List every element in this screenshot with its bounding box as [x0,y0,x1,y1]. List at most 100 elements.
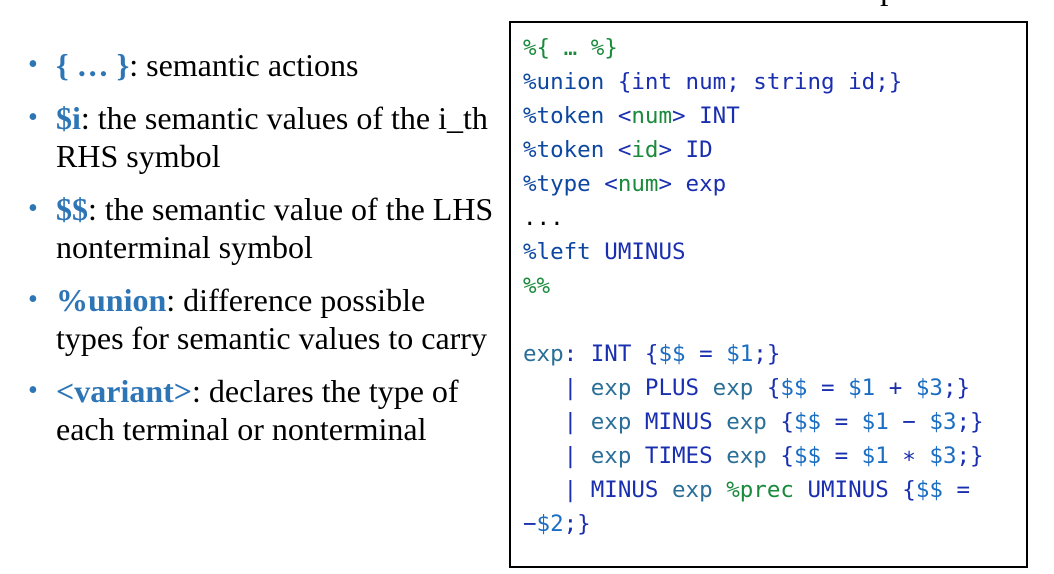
bullet-text: : the semantic value of the LHS nontermi… [56,191,494,265]
code-text: : INT { [563,341,659,367]
code-text: ;} [956,409,984,435]
code-line-ellipsis: ... [523,201,1026,235]
code-text: ;} [956,443,984,469]
code-dollar: $1 [848,375,876,401]
code-nonterminal: exp [712,375,754,401]
slide: p • { … }: semantic actions • $i: the se… [0,0,1054,574]
code-dollar: $$ [915,477,943,503]
bullet-dot-icon: • [28,49,38,80]
code-type: num [631,103,673,129]
code-text: ;} [753,341,781,367]
code-nonterminal: exp [590,375,632,401]
code-dollar: $$ [780,375,808,401]
code-line-token-int: %token <num> INT [523,99,1026,133]
bullet-term: $i [56,100,81,136]
code-text: = [942,477,971,503]
code-dollar: $$ [793,409,822,435]
code-line-separator: %% [523,269,1026,303]
code-text: { [753,375,781,401]
code-text: > exp [658,171,727,197]
code-text: < [604,137,632,163]
code-block: %{ … %} %union {int num; string id;} %to… [509,21,1028,568]
code-line-prologue: %{ … %} [523,31,1026,65]
code-text: { [766,409,794,435]
code-text: ;} [563,511,591,537]
code-line-left: %left UMINUS [523,235,1026,269]
code-dollar: $1 [861,443,889,469]
code-line-type: %type <num> exp [523,167,1026,201]
code-dollar: $1 [726,341,754,367]
code-dollar: $3 [929,443,957,469]
code-line-union: %union {int num; string id;} [523,65,1026,99]
code-prologue: %{ … %} [523,35,618,61]
code-text: PLUS [631,375,713,401]
code-text: | [523,409,591,435]
code-directive: %prec [712,477,794,503]
code-directive: %token [523,137,605,163]
code-text: | MINUS [523,477,673,503]
bullet-dot-icon: • [28,284,38,315]
code-nonterminal: exp [523,341,564,367]
bullet-variant: • <variant>: declares the type of each t… [24,372,494,448]
code-text: | [523,443,591,469]
code-text: + [875,375,916,401]
bullet-dollar-dollar: • $$: the semantic value of the LHS nont… [24,190,494,266]
code-dollar: $2 [536,511,564,537]
code-line-rule-uminus: | MINUS exp %prec UMINUS {$$ = [523,473,1026,507]
clipped-heading: p [880,0,897,8]
bullet-dot-icon: • [28,375,38,406]
code-line-rule-uminus-cont: −$2;} [523,507,1026,541]
code-nonterminal: exp [672,477,713,503]
code-line-rule-int: exp: INT {$$ = $1;} [523,337,1026,371]
bullet-dot-icon: • [28,102,38,133]
code-directive: %type [523,171,591,197]
bullet-dollar-i: • $i: the semantic values of the i_th RH… [24,99,494,175]
bullet-dot-icon: • [28,193,38,224]
code-nonterminal: exp [590,443,632,469]
bullet-text: : the semantic values of the i_th RHS sy… [56,100,488,174]
code-text: = [685,341,727,367]
bullet-term: <variant> [56,373,193,409]
code-line-token-id: %token <id> ID [523,133,1026,167]
bullet-list: • { … }: semantic actions • $i: the sema… [24,46,494,463]
bullet-term: { … } [56,47,130,83]
bullet-term: $$ [56,191,88,227]
code-text: MINUS [631,409,727,435]
code-text: − [888,409,930,435]
code-text: > INT [672,103,740,129]
code-separator: %% [523,273,551,299]
code-text: − [523,511,537,537]
code-dollar: $$ [793,443,822,469]
bullet-semantic-actions: • { … }: semantic actions [24,46,494,84]
code-text: ;} [942,375,971,401]
code-text: ∗ [888,443,930,469]
code-type: id [631,137,659,163]
code-text: < [590,171,618,197]
code-text: TIMES [631,443,727,469]
code-text: UMINUS { [793,477,916,503]
code-text: {int num; string id;} [604,69,903,95]
code-text: | [523,375,591,401]
bullet-text: : semantic actions [129,47,359,83]
code-dollar: $3 [929,409,957,435]
code-nonterminal: exp [726,443,767,469]
code-dollar: $$ [658,341,686,367]
code-nonterminal: exp [726,409,767,435]
code-text: UMINUS [590,239,686,265]
code-dollar: $1 [861,409,889,435]
code-directive: %union [523,69,605,95]
bullet-union: • %union: difference possible types for … [24,281,494,357]
code-text: > ID [658,137,713,163]
code-text: { [766,443,794,469]
bullet-term: %union [56,282,167,318]
code-line-rule-times: | exp TIMES exp {$$ = $1 ∗ $3;} [523,439,1026,473]
code-type: num [617,171,659,197]
code-text: ... [523,205,564,231]
code-directive: %token [523,103,605,129]
code-line-rule-minus: | exp MINUS exp {$$ = $1 − $3;} [523,405,1026,439]
code-text: = [821,443,862,469]
code-line-rule-plus: | exp PLUS exp {$$ = $1 + $3;} [523,371,1026,405]
code-text: = [821,409,862,435]
code-nonterminal: exp [590,409,632,435]
